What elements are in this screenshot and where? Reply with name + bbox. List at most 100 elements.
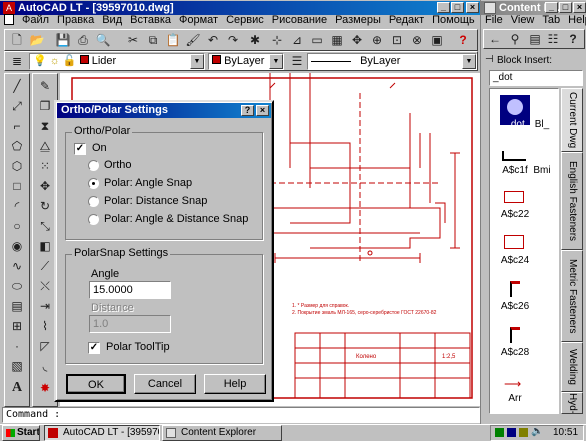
lengthen-icon[interactable]: ⟋ — [35, 256, 55, 276]
break-icon[interactable]: ⌇ — [35, 316, 55, 336]
menu-help[interactable]: Помощь — [428, 12, 479, 28]
explorer-help-icon[interactable]: ? — [563, 29, 583, 49]
array-icon[interactable]: ⁙ — [35, 156, 55, 176]
block-label[interactable]: A$c28 — [491, 347, 539, 358]
save-icon[interactable]: 💾 — [53, 30, 73, 50]
explorer-menu-view[interactable]: View — [507, 12, 539, 28]
ok-button[interactable]: OK — [66, 374, 126, 394]
menu-dimension[interactable]: Размеры — [331, 12, 385, 28]
trim-icon[interactable]: ⤬ — [35, 276, 55, 296]
menu-draw[interactable]: Рисование — [268, 12, 331, 28]
osnap-icon[interactable]: ⊹ — [267, 30, 287, 50]
dialog-close-button[interactable]: × — [256, 105, 269, 116]
ucs-icon[interactable]: ⊿ — [287, 30, 307, 50]
undo-icon[interactable]: ↶ — [203, 30, 223, 50]
block-label[interactable]: Arr — [491, 393, 539, 404]
aerial-view-icon[interactable]: ▣ — [427, 30, 447, 50]
menu-format[interactable]: Формат — [175, 12, 222, 28]
taskbar-autocad[interactable]: AutoCAD LT - [39597010.d... — [44, 425, 160, 441]
tab-english-fasteners[interactable]: English Fasteners — [561, 152, 583, 250]
taskbar-content-explorer[interactable]: Content Explorer — [162, 425, 282, 441]
tab-current-dwg[interactable]: Current Dwg — [561, 88, 583, 152]
angle-input[interactable]: 15.0000 — [89, 281, 171, 299]
color-combo[interactable]: ByLayer ▼ — [208, 53, 284, 70]
copy-object-icon[interactable]: ❐ — [35, 96, 55, 116]
stretch-icon[interactable]: ◧ — [35, 236, 55, 256]
redo-icon[interactable]: ↷ — [223, 30, 243, 50]
cancel-button[interactable]: Cancel — [134, 374, 196, 394]
scale-icon[interactable]: ⤡ — [35, 216, 55, 236]
menu-edit[interactable]: Правка — [53, 12, 98, 28]
hatch-icon[interactable]: ▧ — [7, 356, 27, 376]
chevron-down-icon[interactable]: ▼ — [269, 54, 283, 69]
help-button[interactable]: Help — [204, 374, 266, 394]
explode-icon[interactable]: ✸ — [35, 378, 55, 398]
menu-modify[interactable]: Редакт — [385, 12, 428, 28]
ellipse-icon[interactable]: ⬭ — [7, 276, 27, 296]
polyline-icon[interactable]: ⌐ — [7, 116, 27, 136]
on-checkbox[interactable]: ✓ — [74, 143, 86, 155]
tray-icon-3[interactable] — [519, 428, 528, 437]
insert-block-icon[interactable]: ▤ — [7, 296, 27, 316]
menu-tools[interactable]: Сервис — [222, 12, 268, 28]
spline-icon[interactable]: ∿ — [7, 256, 27, 276]
start-button[interactable]: Start — [2, 425, 40, 441]
rotate-icon[interactable]: ↻ — [35, 196, 55, 216]
pan-icon[interactable]: ✥ — [347, 30, 367, 50]
block-label[interactable]: Bl_ — [518, 119, 558, 130]
explorer-menu-file[interactable]: File — [481, 12, 507, 28]
print-icon[interactable]: ⎙ — [73, 30, 93, 50]
zoom-realtime-icon[interactable]: ⊕ — [367, 30, 387, 50]
redraw-icon[interactable]: ▦ — [327, 30, 347, 50]
menu-file[interactable]: Файл — [18, 12, 53, 28]
command-line[interactable]: Command : — [2, 407, 480, 423]
tab-metric-fasteners[interactable]: Metric Fasteners — [561, 250, 583, 342]
chevron-down-icon[interactable]: ▼ — [462, 54, 476, 69]
menu-insert[interactable]: Вставка — [126, 12, 175, 28]
construction-line-icon[interactable]: ⤢ — [7, 96, 27, 116]
block-filter-input[interactable]: _dot — [489, 70, 583, 86]
erase-icon[interactable]: ✎ — [35, 76, 55, 96]
mirror-icon[interactable]: ⧗ — [35, 116, 55, 136]
details-icon[interactable]: ▤ — [525, 29, 545, 49]
copy-icon[interactable]: ⧉ — [143, 30, 163, 50]
block-thumb[interactable] — [510, 281, 520, 297]
explorer-menu-tab[interactable]: Tab — [538, 12, 564, 28]
tray-icon-2[interactable] — [507, 428, 516, 437]
polygon-icon[interactable]: ⬠ — [7, 136, 27, 156]
block-thumb[interactable] — [510, 327, 520, 343]
layers-icon[interactable]: ≣ — [7, 51, 27, 71]
block-thumb[interactable] — [504, 235, 524, 249]
block-label[interactable]: A$c24 — [491, 255, 539, 266]
line-icon[interactable]: ╱ — [7, 76, 27, 96]
block-thumb[interactable] — [504, 191, 524, 203]
polar-angle-distance-snap-radio[interactable] — [88, 214, 99, 225]
block-thumb[interactable] — [502, 151, 526, 161]
explorer-menu-help[interactable]: Help — [564, 12, 586, 28]
doc-icon[interactable] — [4, 14, 14, 25]
zoom-window-icon[interactable]: ⊡ — [387, 30, 407, 50]
offset-icon[interactable]: ⧋ — [35, 136, 55, 156]
back-icon[interactable]: ← — [485, 29, 505, 49]
open-icon[interactable]: 📂 — [27, 30, 47, 50]
paste-icon[interactable]: 📋 — [163, 30, 183, 50]
tray-icon-1[interactable] — [495, 428, 504, 437]
move-icon[interactable]: ✥ — [35, 176, 55, 196]
chevron-down-icon[interactable]: ▼ — [190, 54, 204, 69]
preview-icon[interactable]: 🔍 — [93, 30, 113, 50]
pin-icon[interactable]: ⊣ — [485, 54, 494, 65]
extend-icon[interactable]: ⇥ — [35, 296, 55, 316]
polar-tooltip-checkbox[interactable]: ✓ — [88, 342, 100, 354]
ortho-radio[interactable] — [88, 160, 99, 171]
zoom-previous-icon[interactable]: ⊗ — [407, 30, 427, 50]
polar-angle-snap-radio[interactable] — [88, 178, 99, 189]
tab-hyd-pneu[interactable]: Hyd-Pneu — [561, 392, 583, 414]
help-icon[interactable]: ? — [453, 30, 473, 50]
donut-icon[interactable]: ◉ — [7, 236, 27, 256]
polygon2-icon[interactable]: ⬡ — [7, 156, 27, 176]
cut-icon[interactable]: ✂ — [123, 30, 143, 50]
rectangle-icon[interactable]: □ — [7, 176, 27, 196]
arrow-thumb[interactable]: ⟶ — [504, 377, 521, 391]
block-label[interactable]: A$c26 — [491, 301, 539, 312]
block-label[interactable]: A$c22 — [491, 209, 539, 220]
